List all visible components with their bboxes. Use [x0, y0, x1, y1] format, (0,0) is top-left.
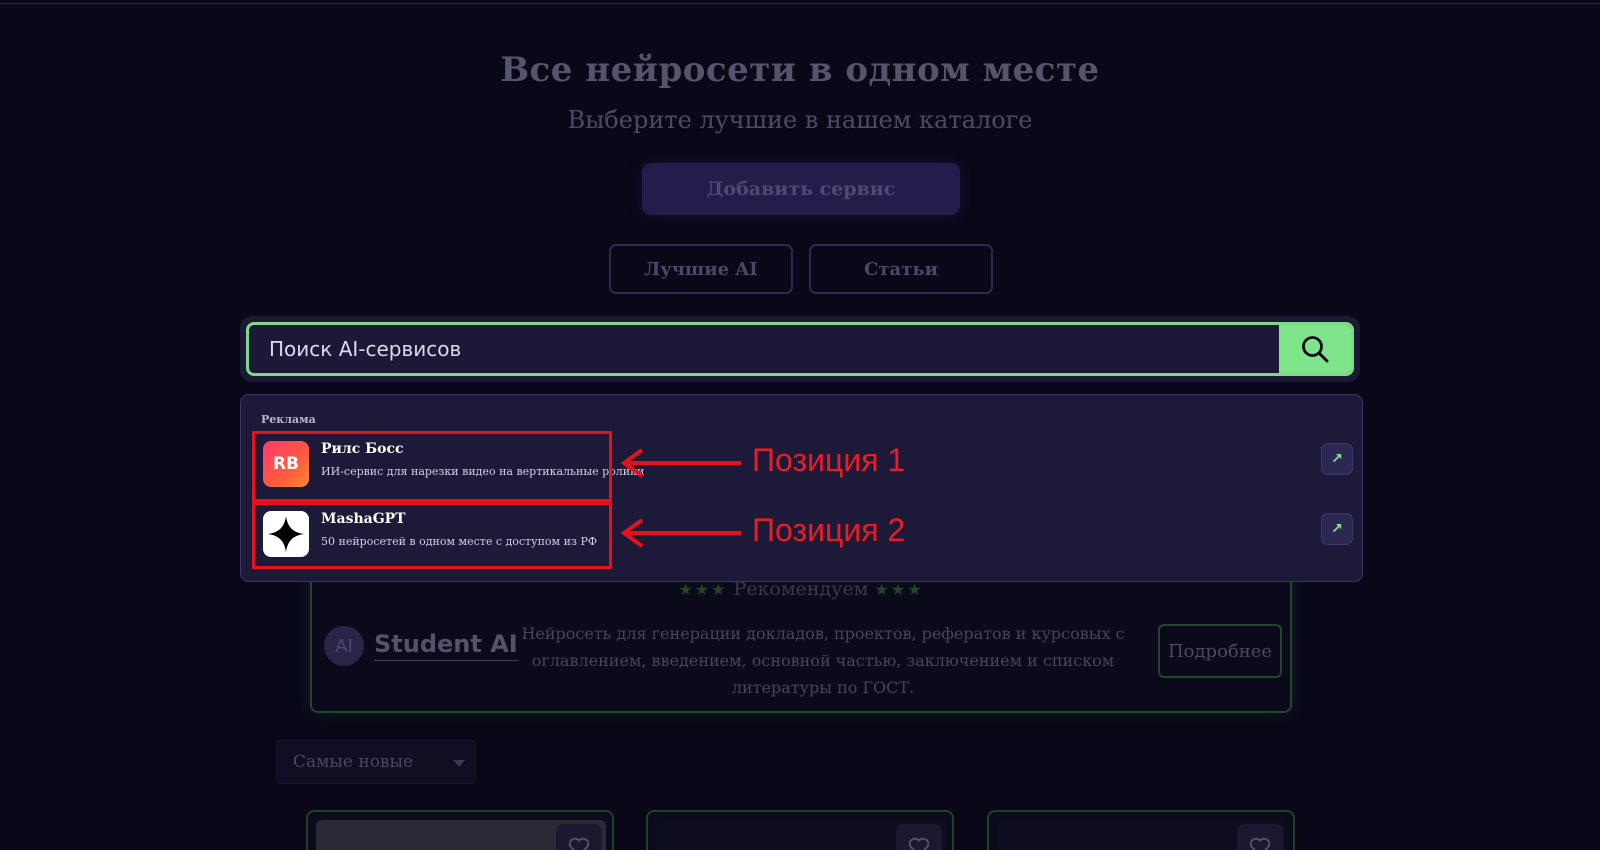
service-card[interactable]: [987, 810, 1295, 850]
search-button[interactable]: [1279, 325, 1351, 373]
student-ai-name[interactable]: Student AI: [374, 630, 518, 661]
service-card[interactable]: [306, 810, 614, 850]
annotation-arrow-icon: [620, 518, 741, 548]
heart-icon: [908, 837, 930, 850]
recommended-card: ★★★ Рекомендуем ★★★ AI Student AI Нейрос…: [310, 562, 1292, 713]
nav-articles-button[interactable]: Статьи: [809, 244, 993, 294]
external-link-button[interactable]: ↗: [1321, 443, 1353, 475]
more-button[interactable]: Подробнее: [1158, 624, 1282, 678]
search-container: Поиск AI-сервисов: [240, 316, 1360, 382]
stars-right: ★★★: [874, 580, 924, 599]
annotation-box-position-2: [252, 502, 612, 569]
annotation-box-position-1: [252, 431, 612, 502]
sort-selected-value: Самые новые: [293, 752, 414, 772]
favorite-button[interactable]: [1237, 824, 1283, 850]
search-field[interactable]: Поиск AI-сервисов: [246, 322, 1354, 376]
chevron-down-icon: [453, 760, 465, 767]
page-subtitle: Выберите лучшие в нашем каталоге: [567, 106, 1033, 134]
favorite-button[interactable]: [556, 824, 602, 850]
ad-label: Реклама: [261, 413, 316, 426]
external-arrow-icon: ↗: [1331, 521, 1343, 537]
heart-icon: [1249, 837, 1271, 850]
annotation-arrow-icon: [620, 448, 741, 478]
service-card[interactable]: [646, 810, 954, 850]
stars-left: ★★★: [678, 580, 728, 599]
student-ai-description: Нейросеть для генерации докладов, проект…: [521, 624, 1125, 697]
search-icon: [1302, 336, 1329, 363]
annotation-label-position-2: Позиция 2: [752, 512, 906, 548]
search-input[interactable]: Поиск AI-сервисов: [249, 337, 1279, 361]
favorite-button[interactable]: [896, 824, 942, 850]
heart-icon: [568, 837, 590, 850]
add-service-button[interactable]: Добавить сервис: [642, 163, 960, 215]
annotation-label-position-1: Позиция 1: [752, 442, 906, 478]
sort-select[interactable]: Самые новые: [276, 740, 476, 784]
nav-best-ai-button[interactable]: Лучшие AI: [609, 244, 793, 294]
page-title: Все нейросети в одном месте: [500, 50, 1100, 90]
external-link-button[interactable]: ↗: [1321, 513, 1353, 545]
external-arrow-icon: ↗: [1331, 451, 1343, 467]
student-ai-logo: AI: [324, 626, 364, 666]
